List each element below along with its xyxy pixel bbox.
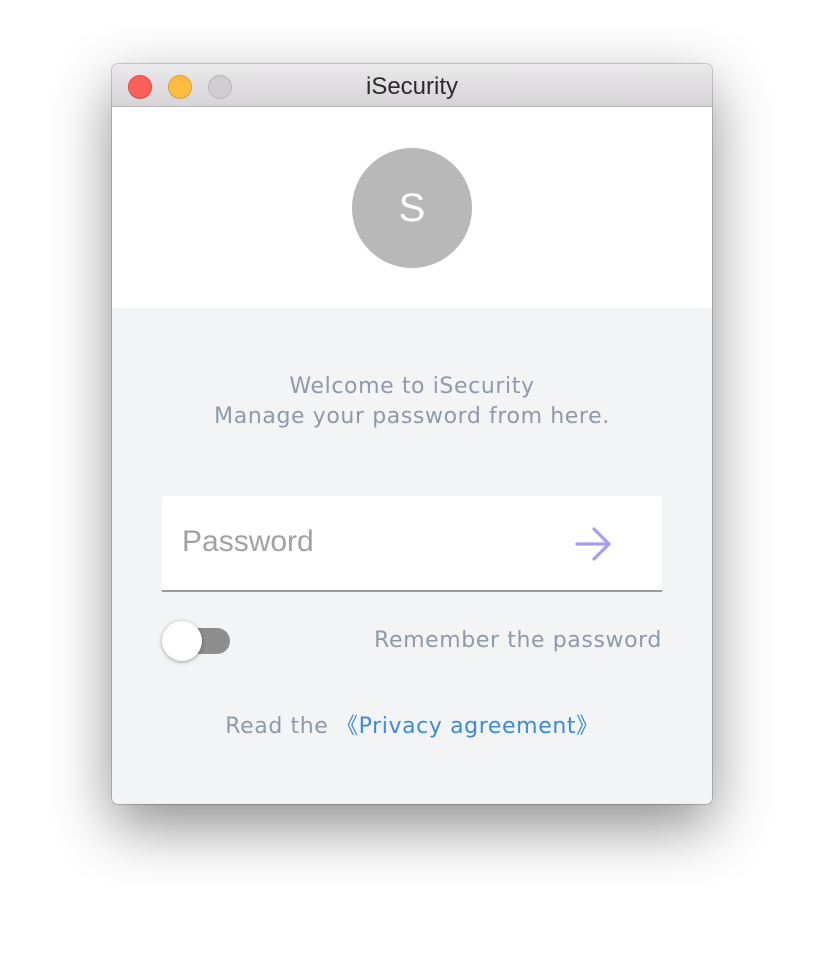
privacy-prefix-text: Read the (225, 714, 329, 739)
profile-header: S (112, 107, 712, 308)
avatar: S (352, 148, 472, 268)
welcome-subtitle: Manage your password from here. (214, 404, 610, 429)
arrow-right-icon[interactable] (574, 526, 614, 562)
welcome-title: Welcome to iSecurity (289, 374, 535, 399)
welcome-message: Welcome to iSecurity Manage your passwor… (112, 372, 712, 432)
window-title: iSecurity (365, 73, 459, 100)
remember-password-toggle[interactable] (162, 621, 232, 661)
toggle-knob (162, 621, 202, 661)
app-window: iSecurity S Welcome to iSecurity Manage … (112, 64, 712, 804)
privacy-agreement-link[interactable]: 《Privacy agreement》 (336, 714, 599, 739)
password-input[interactable] (182, 520, 542, 564)
remember-password-label: Remember the password (374, 628, 662, 653)
title-bar[interactable]: iSecurity (112, 64, 712, 107)
password-field-container (162, 496, 662, 592)
privacy-row: Read the 《Privacy agreement》 (112, 712, 712, 742)
